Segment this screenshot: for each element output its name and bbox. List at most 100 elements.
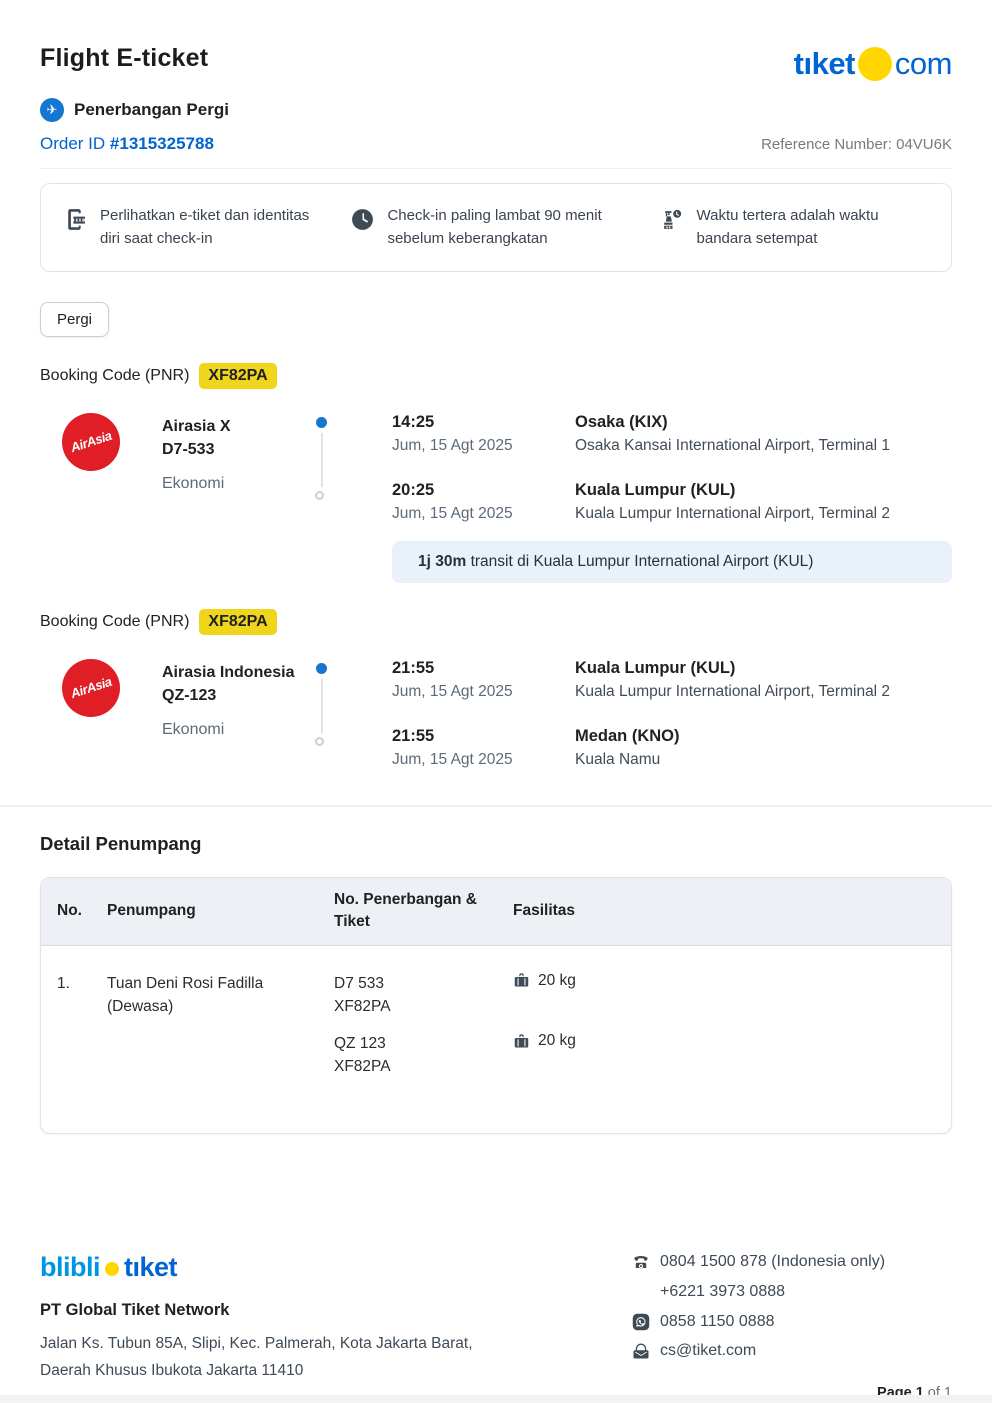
ticket-code: XF82PA (334, 997, 391, 1015)
company-name: PT Global Tiket Network (40, 1301, 230, 1319)
airasia-logo: AirAsia (62, 658, 120, 717)
departure-date: Jum, 15 Agt 2025 (392, 436, 513, 454)
arrival-ring-icon (315, 490, 324, 500)
passengers-table: No. Penumpang No. Penerbangan & Tiket Fa… (40, 876, 952, 1134)
logo-blibli-text: blibli (40, 1252, 101, 1282)
departure-date: Jum, 15 Agt 2025 (392, 682, 513, 700)
order-id-value: #1315325788 (109, 134, 214, 153)
flight-ticket-cell: D7 533 XF82PA QZ 123 XF82PA (334, 972, 513, 1093)
eticket-identity-icon (63, 207, 88, 232)
order-row: Order ID #1315325788 Reference Number: 0… (40, 134, 952, 169)
logo-yellow-dot-icon (105, 1261, 119, 1276)
departure-airport-block: Osaka (KIX) Osaka Kansai International A… (575, 413, 952, 455)
baggage-weight: 20 kg (538, 971, 576, 989)
departure-time-block: 21:55 Jum, 15 Agt 2025 (392, 659, 575, 701)
tiket-com-logo: tıket com (794, 46, 953, 82)
transit-duration: 1j 30m (418, 552, 467, 570)
flight-code: D7 533 (334, 974, 384, 992)
reference-number: Reference Number: 04VU6K (761, 136, 952, 153)
airline-name: Airasia X D7-533 (162, 413, 312, 461)
trip-type-row: ✈ Penerbangan Pergi (40, 98, 952, 122)
arrival-airport-block: Medan (KNO) Kuala Namu (575, 727, 952, 769)
email-icon (632, 1342, 650, 1360)
contact-text: cs@tiket.com (660, 1342, 757, 1360)
contact-text: +6221 3973 0888 (660, 1282, 786, 1300)
trip-direction-badge: Pergi (40, 301, 110, 337)
notice-item: Perlihatkan e-tiket dan identitas diri s… (63, 204, 332, 251)
facilities-cell: 20 kg 20 kg (513, 972, 951, 1093)
contact-text: 0858 1150 0888 (660, 1312, 775, 1330)
airport-tower-icon (660, 207, 685, 232)
departure-dot-icon (316, 416, 327, 428)
flight-code: QZ 123 (334, 1035, 386, 1052)
section-divider (0, 804, 992, 807)
airline-info: Airasia X D7-533 Ekonomi (162, 413, 312, 493)
phone-icon (632, 1253, 650, 1271)
company-address: Jalan Ks. Tubun 85A, Slipi, Kec. Palmera… (40, 1330, 473, 1384)
flight-segment: AirAsia Airasia X D7-533 Ekonomi 14:25 Ju… (40, 412, 952, 523)
booking-code-row: Booking Code (PNR) XF82PA (40, 608, 952, 635)
baggage-facility: 20 kg (513, 1032, 576, 1050)
passengers-section-title: Detail Penumpang (40, 832, 202, 854)
arrival-city: Kuala Lumpur (KUL) (575, 480, 736, 499)
column-header-name: Penumpang (107, 902, 196, 920)
passenger-name: Tuan Deni Rosi Fadilla (Dewasa) (107, 972, 334, 1019)
contact-text: 0804 1500 878 (Indonesia only) (660, 1253, 886, 1270)
airline-name: Airasia Indonesia QZ-123 (162, 659, 312, 707)
contact-row: cs@tiket.com (632, 1341, 952, 1362)
departure-city: Kuala Lumpur (KUL) (575, 658, 736, 677)
arrival-airport: Kuala Namu (575, 750, 661, 768)
column-header-no: No. (57, 902, 82, 920)
notice-item: Check-in paling lambat 90 menit sebelum … (350, 204, 641, 251)
departure-time-block: 14:25 Jum, 15 Agt 2025 (392, 413, 575, 455)
arrival-time: 21:55 (392, 726, 435, 745)
departure-dot-icon (316, 662, 327, 674)
airports-column: Kuala Lumpur (KUL) Kuala Lumpur Internat… (575, 659, 952, 769)
column-header-flight: No. Penerbangan & Tiket (334, 891, 477, 930)
cabin-class: Ekonomi (162, 720, 225, 738)
passengers-table-header: No. Penumpang No. Penerbangan & Tiket Fa… (41, 877, 951, 946)
contact-row: 0858 1150 0888 (632, 1312, 952, 1333)
departure-airport: Kuala Lumpur International Airport, Term… (575, 682, 891, 700)
baggage-icon (514, 1033, 529, 1048)
route-timeline (312, 659, 392, 759)
page-title: Flight E-ticket (40, 44, 209, 72)
notice-text: Perlihatkan e-tiket dan identitas diri s… (100, 207, 310, 248)
times-column: 14:25 Jum, 15 Agt 2025 20:25 Jum, 15 Agt… (392, 413, 575, 523)
departure-time: 21:55 (392, 658, 435, 677)
flight-number: QZ-123 (162, 686, 217, 704)
logo-yellow-dot-icon (857, 47, 892, 81)
arrival-airport: Kuala Lumpur International Airport, Term… (575, 504, 891, 522)
passenger-name-text: Tuan Deni Rosi Fadilla (107, 974, 264, 992)
cabin-class: Ekonomi (162, 474, 225, 492)
baggage-icon (514, 973, 529, 987)
address-line-1: Jalan Ks. Tubun 85A, Slipi, Kec. Palmera… (40, 1335, 473, 1352)
ticket-code: XF82PA (334, 1058, 391, 1076)
pnr-badge: XF82PA (199, 608, 277, 635)
bottom-strip (0, 1395, 992, 1403)
departure-airport: Osaka Kansai International Airport, Term… (575, 436, 891, 454)
order-id: Order ID #1315325788 (40, 134, 214, 154)
departure-time: 14:25 (392, 412, 435, 431)
footer-company-block: blibli tıket PT Global Tiket Network Jal… (40, 1252, 473, 1401)
airline-name-text: Airasia X (162, 417, 231, 435)
trip-type-label: Penerbangan Pergi (74, 100, 229, 119)
arrival-time: 20:25 (392, 480, 435, 499)
arrival-time-block: 21:55 Jum, 15 Agt 2025 (392, 727, 575, 769)
address-line-2: Daerah Khusus Ibukota Jakarta 11410 (40, 1362, 304, 1380)
transit-text: transit di Kuala Lumpur International Ai… (466, 552, 814, 570)
clock-icon (350, 207, 375, 232)
booking-code-row: Booking Code (PNR) XF82PA (40, 362, 952, 389)
departure-airport-block: Kuala Lumpur (KUL) Kuala Lumpur Internat… (575, 659, 952, 701)
airline-name-text: Airasia Indonesia (162, 663, 295, 681)
notice-text: Waktu tertera adalah waktu bandara setem… (696, 207, 879, 248)
airline-logo-cell: AirAsia (62, 412, 162, 471)
airasia-logo: AirAsia (62, 412, 120, 471)
notice-bar: Perlihatkan e-tiket dan identitas diri s… (40, 183, 952, 272)
airline-logo-cell: AirAsia (62, 658, 162, 717)
arrival-ring-icon (315, 736, 324, 746)
logo-com-text: com (894, 46, 953, 81)
baggage-weight: 20 kg (538, 1032, 576, 1049)
transit-info: 1j 30m transit di Kuala Lumpur Internati… (392, 540, 952, 583)
column-header-facilities: Fasilitas (513, 902, 576, 920)
